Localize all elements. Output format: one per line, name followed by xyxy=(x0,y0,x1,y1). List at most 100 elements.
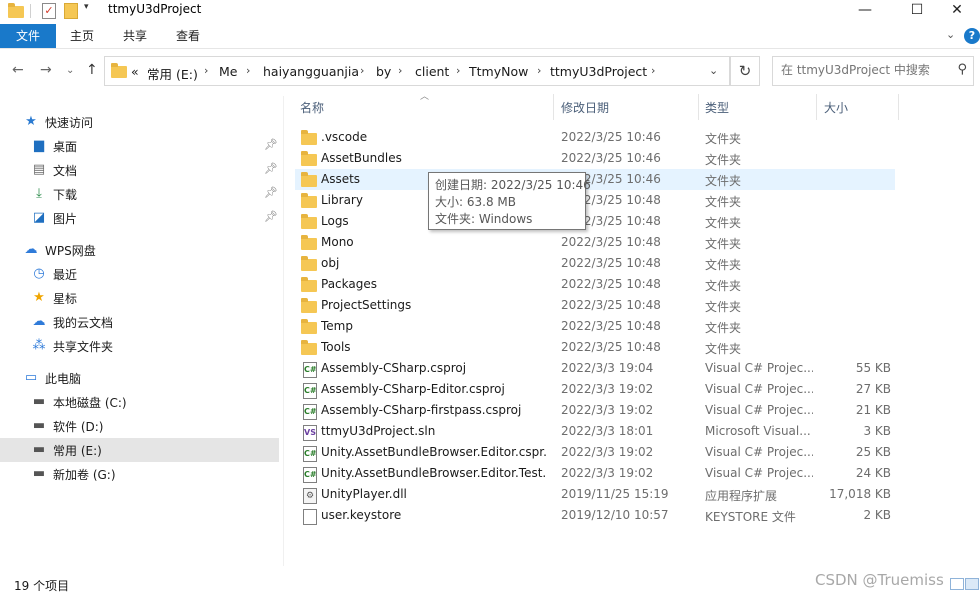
chevron-right-icon[interactable]: › xyxy=(204,64,208,77)
sidebar-item-wps-drive[interactable]: ☁ WPS网盘 xyxy=(0,238,279,262)
pin-icon[interactable]: 📌︎ xyxy=(264,210,278,223)
expand-ribbon-icon[interactable]: ⌄ xyxy=(946,28,955,41)
file-row[interactable]: .vscode 2022/3/25 10:46 文件夹 xyxy=(295,127,895,148)
sidebar-item-shared-folder[interactable]: ⁂ 共享文件夹 xyxy=(0,334,279,358)
sidebar-item-desktop[interactable]: ▆ 桌面 📌︎ xyxy=(0,134,279,158)
tab-home[interactable]: 主页 xyxy=(70,24,94,48)
crumb-client[interactable]: client xyxy=(415,64,449,79)
file-row[interactable]: VS ttmyU3dProject.sln 2022/3/3 18:01 Micros… xyxy=(295,421,895,442)
large-icons-view-icon[interactable] xyxy=(965,578,979,590)
search-input[interactable] xyxy=(781,63,951,77)
sidebar-item-drive-d[interactable]: ▬ 软件 (D:) xyxy=(0,414,279,438)
file-row[interactable]: C# Unity.AssetBundleBrowser.Editor.cspr..… xyxy=(295,442,895,463)
chevron-right-icon[interactable]: › xyxy=(456,64,460,77)
file-row[interactable]: ⚙ UnityPlayer.dll 2019/11/25 15:19 应用程序扩展 17… xyxy=(295,484,895,505)
pane-divider[interactable] xyxy=(283,96,284,566)
address-history-icon[interactable]: ⌄ xyxy=(709,64,718,77)
chevron-right-icon[interactable]: › xyxy=(398,64,402,77)
file-row[interactable]: obj 2022/3/25 10:48 文件夹 xyxy=(295,253,895,274)
sidebar-item-drive-c[interactable]: ▬ 本地磁盘 (C:) xyxy=(0,390,279,414)
chevron-right-icon[interactable]: › xyxy=(360,64,364,77)
file-row[interactable]: Packages 2022/3/25 10:48 文件夹 xyxy=(295,274,895,295)
folder-icon xyxy=(301,340,317,355)
crumb-by[interactable]: by xyxy=(376,64,391,79)
properties-icon[interactable]: ✓ xyxy=(42,3,56,19)
pin-icon[interactable]: 📌︎ xyxy=(264,138,278,151)
column-header-size[interactable]: 大小 xyxy=(824,99,848,116)
file-row[interactable]: ProjectSettings 2022/3/25 10:48 文件夹 xyxy=(295,295,895,316)
chevron-right-icon[interactable]: › xyxy=(246,64,250,77)
search-icon[interactable]: ⚲ xyxy=(957,62,967,77)
file-row[interactable]: C# Assembly-CSharp.csproj 2022/3/3 19:04 Vi… xyxy=(295,358,895,379)
crumb-haiyangguanjia[interactable]: haiyangguanjia xyxy=(263,64,359,79)
star-icon: ★ xyxy=(33,290,45,305)
minimize-button[interactable]: — xyxy=(842,0,888,22)
chevron-right-icon[interactable]: › xyxy=(537,64,541,77)
file-row[interactable]: Tools 2022/3/25 10:48 文件夹 xyxy=(295,337,895,358)
column-divider[interactable] xyxy=(698,94,699,120)
quick-access-dropdown-icon[interactable]: ▾ xyxy=(84,2,89,12)
navigation-bar: ← → ⌄ ↑ « 常用 (E:) › Me › haiyangguanjia … xyxy=(0,56,980,88)
column-divider[interactable] xyxy=(553,94,554,120)
crumb-drive[interactable]: 常用 (E:) xyxy=(147,64,198,83)
file-row[interactable]: Assets 2022/3/25 10:46 文件夹 xyxy=(295,169,895,190)
file-row[interactable]: Temp 2022/3/25 10:48 文件夹 xyxy=(295,316,895,337)
sidebar-item-quick-access[interactable]: ★ 快速访问 xyxy=(0,110,279,134)
details-view-icon[interactable] xyxy=(950,578,964,590)
help-icon[interactable]: ? xyxy=(964,28,980,44)
new-folder-icon[interactable] xyxy=(64,3,78,19)
csproj-file-icon: C# xyxy=(303,467,317,483)
sidebar-item-starred[interactable]: ★ 星标 xyxy=(0,286,279,310)
sidebar-item-drive-g[interactable]: ▬ 新加卷 (G:) xyxy=(0,462,279,486)
folder-icon xyxy=(301,277,317,292)
up-button[interactable]: ↑ xyxy=(86,62,98,78)
sidebar-item-downloads[interactable]: ⤓ 下载 📌︎ xyxy=(0,182,279,206)
tab-view[interactable]: 查看 xyxy=(176,24,200,48)
column-header-type[interactable]: 类型 xyxy=(705,99,729,116)
status-item-count: 19 个项目 xyxy=(14,579,70,593)
forward-button[interactable]: → xyxy=(40,62,52,78)
sidebar-item-this-pc[interactable]: ▭ 此电脑 xyxy=(0,366,279,390)
drive-icon: ▬ xyxy=(32,418,46,433)
sidebar-item-drive-e[interactable]: ▬ 常用 (E:) xyxy=(0,438,279,462)
csproj-file-icon: C# xyxy=(303,383,317,399)
file-row[interactable]: Mono 2022/3/25 10:48 文件夹 xyxy=(295,232,895,253)
column-header-date[interactable]: 修改日期 xyxy=(561,99,609,116)
tooltip-folders: 文件夹: Windows xyxy=(435,212,533,226)
recent-locations-icon[interactable]: ⌄ xyxy=(66,65,74,76)
file-row[interactable]: AssetBundles 2022/3/25 10:46 文件夹 xyxy=(295,148,895,169)
file-row[interactable]: C# Unity.AssetBundleBrowser.Editor.Test..… xyxy=(295,463,895,484)
tooltip-size: 大小: 63.8 MB xyxy=(435,195,516,209)
tab-file[interactable]: 文件 xyxy=(0,24,56,48)
file-row[interactable]: user.keystore 2019/12/10 10:57 KEYSTORE 文件… xyxy=(295,505,895,526)
file-icon xyxy=(303,509,317,525)
pin-icon[interactable]: 📌︎ xyxy=(264,162,278,175)
column-divider[interactable] xyxy=(816,94,817,120)
sidebar-item-my-cloud-docs[interactable]: ☁ 我的云文档 xyxy=(0,310,279,334)
chevron-right-icon[interactable]: › xyxy=(651,64,655,77)
file-row[interactable]: C# Assembly-CSharp-Editor.csproj 2022/3/3 … xyxy=(295,379,895,400)
search-box[interactable]: ⚲ xyxy=(772,56,974,86)
computer-icon: ▭ xyxy=(24,370,38,385)
column-divider[interactable] xyxy=(898,94,899,120)
file-row[interactable]: Library 2022/3/25 10:48 文件夹 xyxy=(295,190,895,211)
close-button[interactable]: ✕ xyxy=(934,0,980,22)
address-overflow[interactable]: « xyxy=(131,64,139,79)
pin-icon[interactable]: 📌︎ xyxy=(264,186,278,199)
file-row[interactable]: C# Assembly-CSharp-firstpass.csproj 2022/3… xyxy=(295,400,895,421)
sidebar-item-label: 星标 xyxy=(53,292,78,306)
address-bar[interactable]: « 常用 (E:) › Me › haiyangguanjia › by › c… xyxy=(104,56,730,86)
tab-share[interactable]: 共享 xyxy=(123,24,147,48)
column-header-name[interactable]: 名称 xyxy=(300,99,324,116)
sidebar-item-pictures[interactable]: ◪ 图片 📌︎ xyxy=(0,206,279,230)
back-button[interactable]: ← xyxy=(12,62,24,78)
folder-icon xyxy=(301,319,317,334)
sidebar-item-recent[interactable]: ◷ 最近 xyxy=(0,262,279,286)
sidebar-item-documents[interactable]: ▤ 文档 📌︎ xyxy=(0,158,279,182)
crumb-me[interactable]: Me xyxy=(219,64,237,79)
refresh-button[interactable]: ↻ xyxy=(730,56,760,86)
file-row[interactable]: Logs 2022/3/25 10:48 文件夹 xyxy=(295,211,895,232)
sidebar-item-label: 共享文件夹 xyxy=(53,340,114,354)
crumb-ttmyu3dproject[interactable]: ttmyU3dProject xyxy=(550,64,647,79)
crumb-ttmynow[interactable]: TtmyNow xyxy=(469,64,528,79)
